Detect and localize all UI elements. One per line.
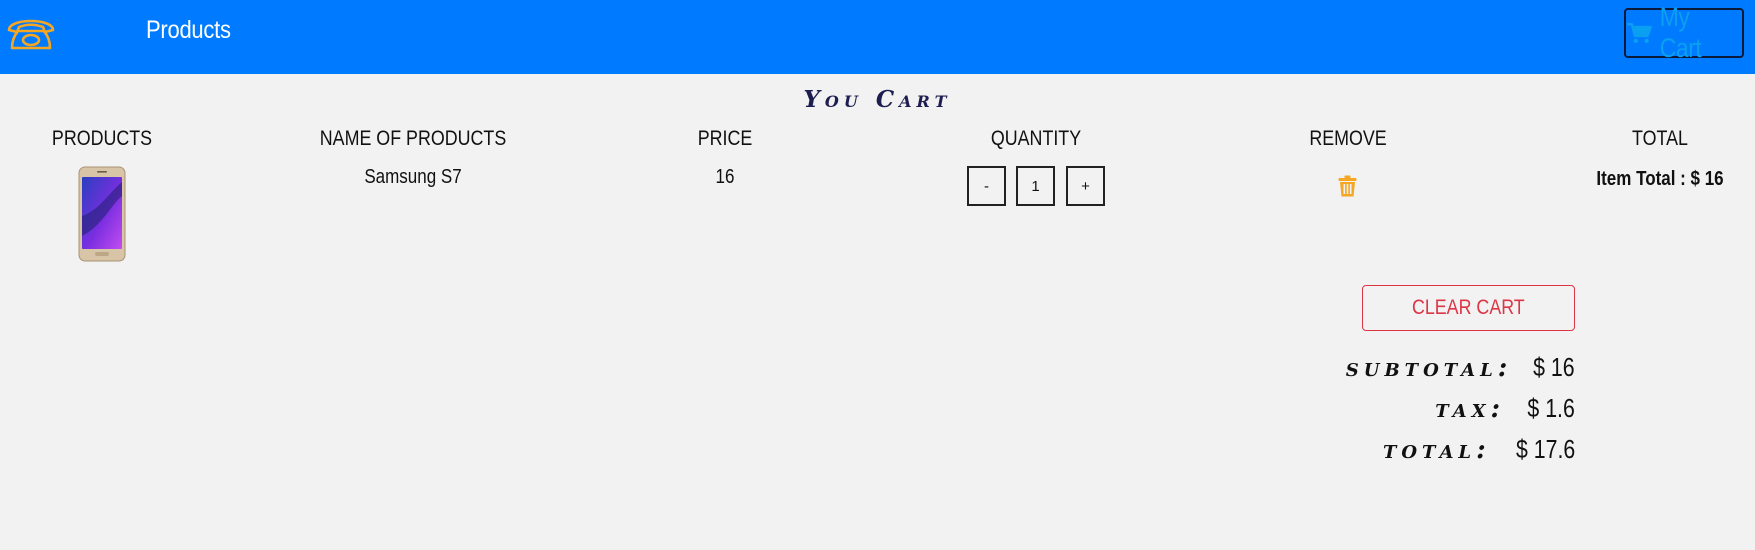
trash-icon[interactable]	[1338, 175, 1357, 197]
tax-label: tax:	[1435, 394, 1506, 424]
clear-cart-label: CLEAR CART	[1412, 296, 1525, 319]
my-cart-button[interactable]: My Cart	[1624, 2, 1744, 63]
tax-value: $ 1.6	[1527, 393, 1575, 423]
tax-row: tax: $ 1.6	[1435, 393, 1575, 424]
product-image	[78, 166, 126, 262]
column-header-quantity: QUANTITY	[990, 127, 1082, 150]
decrement-button[interactable]: -	[967, 166, 1006, 206]
my-cart-label: My Cart	[1659, 2, 1701, 63]
phone-icon[interactable]	[5, 15, 57, 51]
subtotal-row: subtotal: $ 16	[1346, 352, 1575, 383]
item-total: Item Total : $ 16	[1596, 168, 1724, 190]
column-header-price: PRICE	[697, 127, 753, 150]
shopping-cart-icon	[1626, 22, 1652, 44]
total-label: total:	[1382, 435, 1491, 465]
nav-products-link[interactable]: Products	[146, 16, 231, 45]
column-header-remove: REMOVE	[1309, 127, 1387, 150]
total-value: $ 17.6	[1515, 434, 1575, 464]
subtotal-value: $ 16	[1533, 352, 1575, 382]
quantity-value: 1	[1016, 166, 1055, 206]
product-price: 16	[715, 166, 735, 188]
subtotal-label: subtotal:	[1345, 353, 1513, 383]
cart-title: You Cart	[803, 86, 952, 113]
total-row: total: $ 17.6	[1383, 434, 1575, 465]
product-name: Samsung S7	[364, 166, 462, 188]
column-header-products: PRODUCTS	[51, 127, 153, 150]
column-header-total: TOTAL	[1632, 127, 1688, 150]
increment-button[interactable]: +	[1066, 166, 1105, 206]
column-header-name: NAME OF PRODUCTS	[319, 127, 507, 150]
navbar: Products My Cart	[0, 0, 1755, 74]
clear-cart-button[interactable]: CLEAR CART	[1362, 285, 1575, 331]
